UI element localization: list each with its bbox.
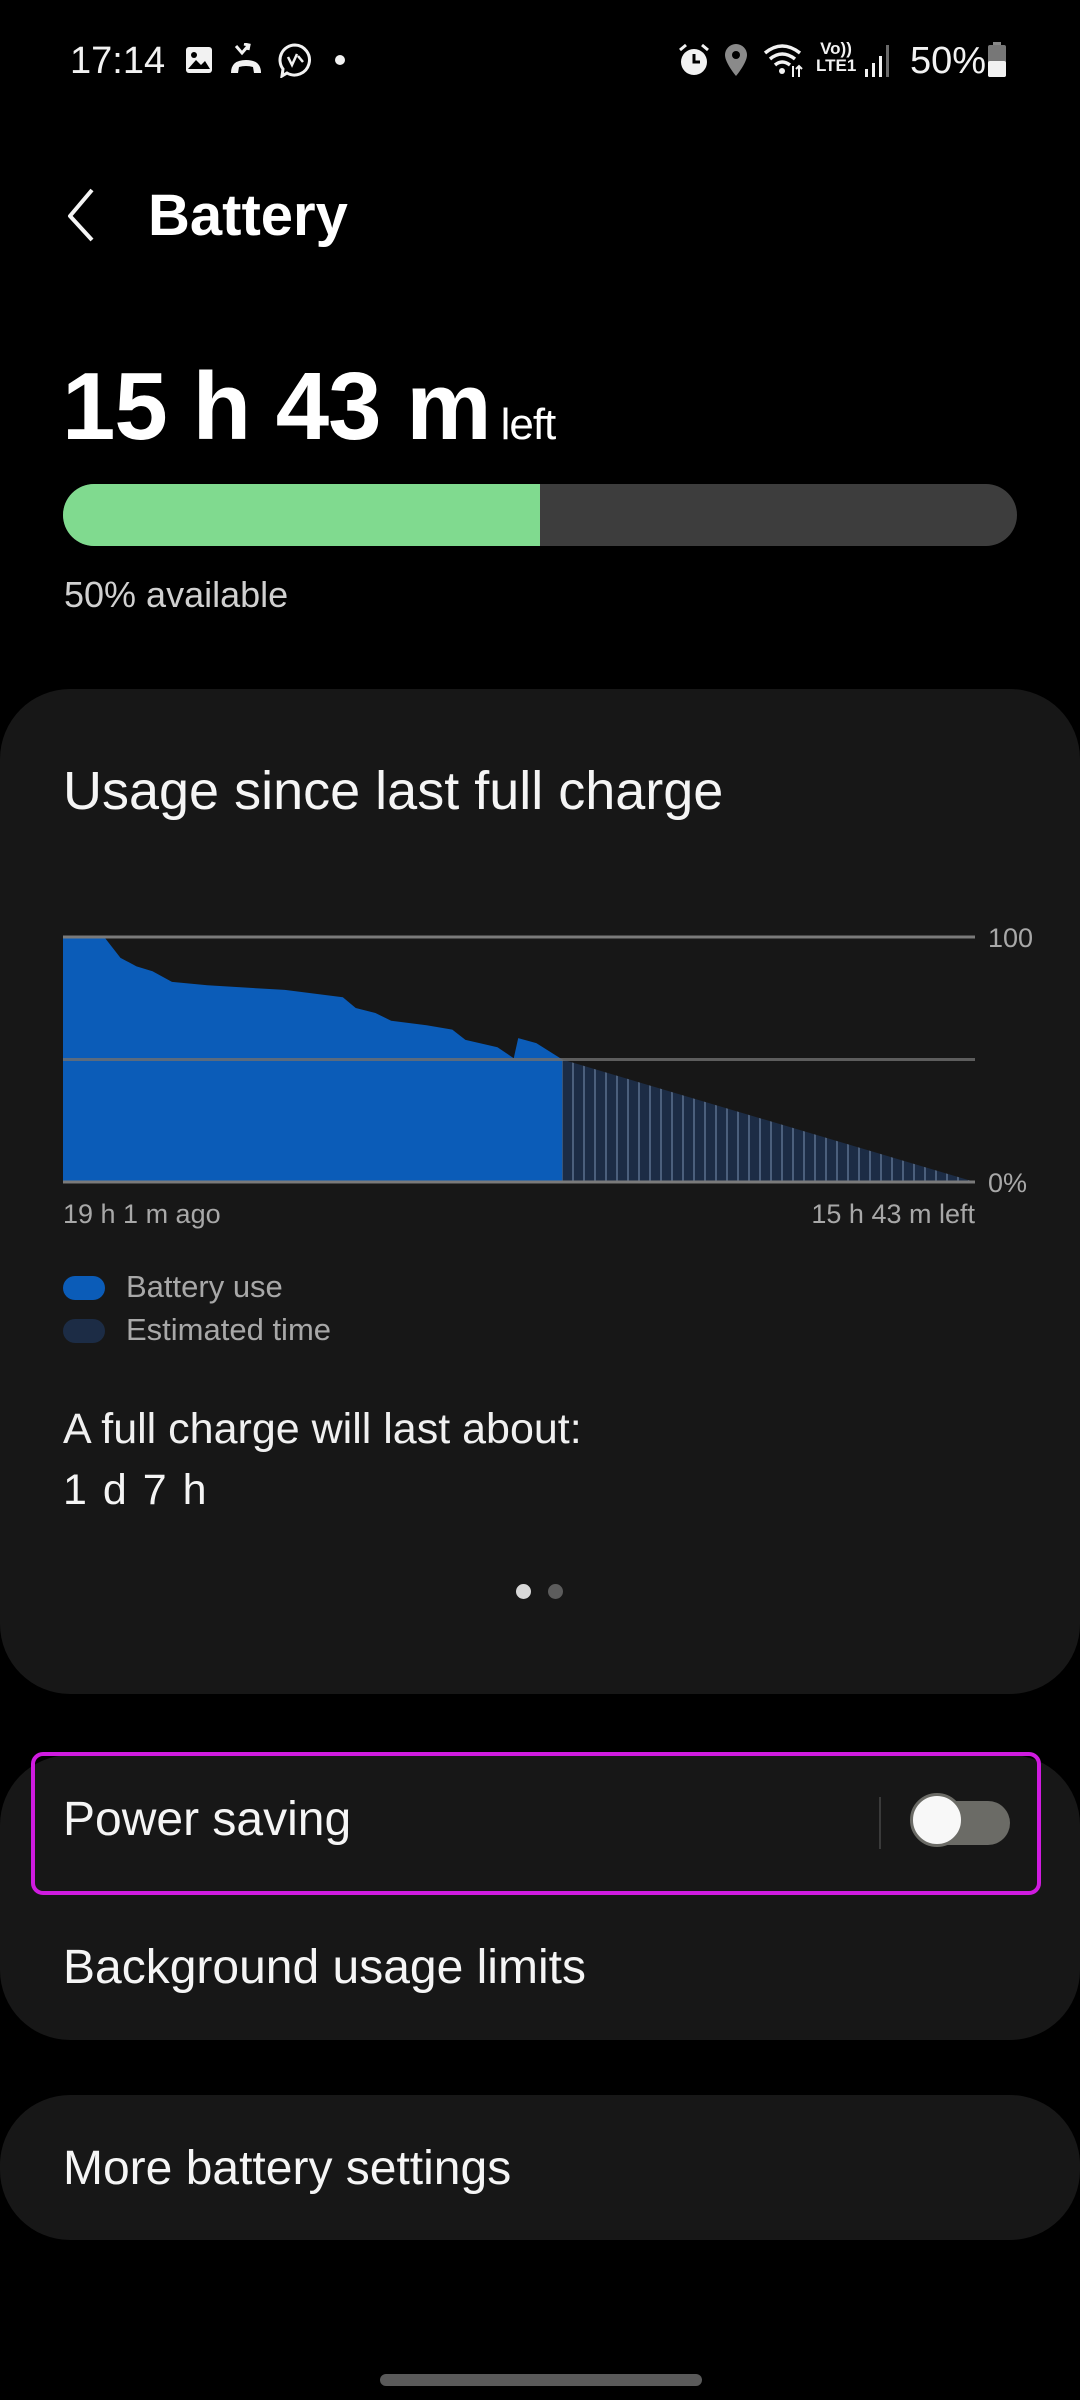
series-area-estimated-time	[562, 1059, 975, 1182]
battery-usage-chart: 100 0% 19 h 1 m ago 15 h 43 m left	[63, 923, 1033, 1229]
signal-icon	[862, 40, 894, 80]
time-remaining: 15 h 43 m left	[62, 352, 557, 462]
wifi-icon	[762, 40, 806, 80]
full-charge-label: A full charge will last about:	[63, 1405, 582, 1453]
highlight-box	[31, 1752, 1041, 1895]
legend-swatch-estimated-time	[63, 1319, 105, 1343]
volte-label: Vo))	[820, 39, 852, 58]
home-gesture-bar[interactable]	[380, 2374, 702, 2386]
y-tick-label-0: 0%	[988, 1168, 1027, 1198]
available-text: 50% available	[64, 574, 289, 615]
messenger-icon	[276, 40, 314, 80]
alarm-icon	[676, 40, 712, 80]
gallery-icon	[182, 40, 216, 80]
back-button[interactable]	[58, 184, 106, 248]
page-indicator-dot-active[interactable]	[516, 1584, 531, 1599]
battery-level-bar	[63, 484, 1017, 546]
battery-icon	[986, 40, 1008, 80]
background-usage-limits-label: Background usage limits	[63, 1941, 586, 1994]
legend-label-estimated-time: Estimated time	[126, 1312, 332, 1347]
page-title: Battery	[148, 183, 348, 248]
status-time: 17:14	[70, 40, 166, 82]
time-left-suffix: left	[500, 400, 557, 449]
dot-icon	[334, 40, 346, 80]
volte-lte-icon: Vo)) LTE1	[816, 40, 856, 74]
chevron-left-icon	[68, 188, 94, 242]
missed-call-icon	[226, 40, 266, 80]
legend-label-battery-use: Battery use	[126, 1269, 283, 1304]
lte-label: LTE1	[816, 56, 857, 75]
more-battery-settings-label: More battery settings	[63, 2142, 512, 2195]
x-tick-label-end: 15 h 43 m left	[811, 1199, 975, 1229]
time-left-value: 15 h 43 m	[62, 353, 492, 460]
y-tick-label-100: 100	[988, 923, 1033, 953]
battery-level-fill	[63, 484, 540, 546]
full-charge-value: 1 d 7 h	[63, 1466, 209, 1514]
usage-card-title: Usage since last full charge	[63, 761, 724, 821]
status-battery-percent: 50%	[910, 40, 987, 82]
page-indicator-dot[interactable]	[548, 1584, 563, 1599]
location-icon	[722, 40, 750, 80]
legend-swatch-battery-use	[63, 1276, 105, 1300]
x-tick-label-start: 19 h 1 m ago	[63, 1199, 221, 1229]
